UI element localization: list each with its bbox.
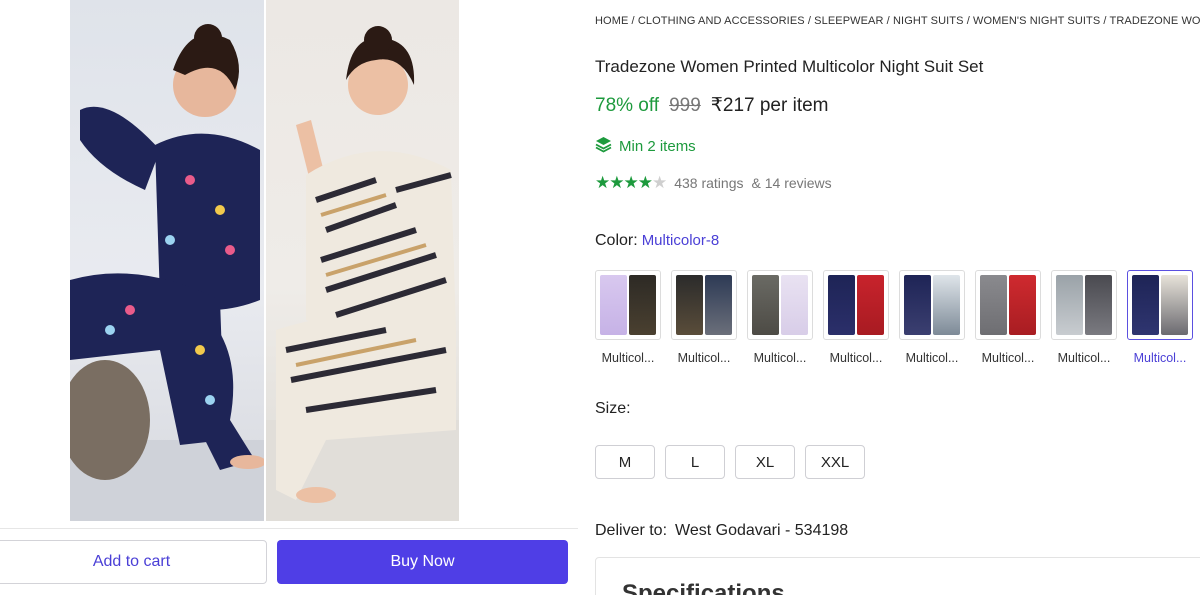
model-illustration-2 [266,26,459,521]
price-row: 78% off 999 ₹217 per item [595,94,829,117]
size-label: Size: [595,400,631,417]
size-button-xxl[interactable]: XXL [805,445,865,479]
size-options: M L XL XXL [595,445,865,479]
product-gallery[interactable] [70,0,459,521]
swatch-thumbnail [975,270,1041,340]
ratings-count: 438 ratings [674,175,744,191]
swatch-thumbnail [1051,270,1117,340]
color-swatch-list: Multicol... Multicol... Multicol... Mult… [595,270,1193,365]
swatch-thumbnail [1127,270,1193,340]
color-swatch[interactable]: Multicol... [823,270,889,365]
size-button-xl[interactable]: XL [735,445,795,479]
buy-now-button[interactable]: Buy Now [277,540,568,584]
color-label: Color: Multicolor-8 [595,232,719,250]
specifications-panel: Specifications [595,557,1200,595]
color-swatch[interactable]: Multicol... [975,270,1041,365]
original-price: 999 [669,95,701,116]
delivery-address: West Godavari - 534198 [675,522,849,539]
sale-price: ₹217 per item [710,95,829,116]
color-swatch[interactable]: Multicol... [747,270,813,365]
swatch-thumbnail [671,270,737,340]
discount-percent: 78% off [595,95,660,116]
action-bar: Add to cart Buy Now [0,528,578,595]
delivery-location[interactable]: Deliver to: West Godavari - 534198 [595,522,848,540]
add-to-cart-button[interactable]: Add to cart [0,540,267,584]
reviews-count: & 14 reviews [751,175,832,191]
model-illustration-1 [70,24,264,521]
swatch-thumbnail [595,270,661,340]
swatch-label: Multicol... [753,351,807,365]
color-swatch[interactable]: Multicol... [899,270,965,365]
size-button-m[interactable]: M [595,445,655,479]
color-swatch[interactable]: Multicol... [671,270,737,365]
min-quantity: Min 2 items [595,136,696,157]
deliver-label: Deliver to: [595,522,668,539]
selected-color: Multicolor-8 [641,232,720,249]
swatch-label: Multicol... [677,351,731,365]
rating-row[interactable]: ★★★★★ 438 ratings & 14 reviews [595,173,832,193]
star-rating-icon: ★★★★★ [595,173,667,192]
color-label-text: Color: [595,232,638,249]
swatch-label: Multicol... [601,351,655,365]
color-swatch[interactable]: Multicol... [1051,270,1117,365]
swatch-thumbnail [823,270,889,340]
swatch-label: Multicol... [829,351,883,365]
product-image-striped-print[interactable] [266,0,459,521]
product-title: Tradezone Women Printed Multicolor Night… [595,57,984,76]
swatch-thumbnail [747,270,813,340]
color-swatch-selected[interactable]: Multicol... [1127,270,1193,365]
specifications-heading: Specifications [622,580,785,595]
layers-icon [595,136,612,157]
color-swatch[interactable]: Multicol... [595,270,661,365]
breadcrumb[interactable]: HOME / CLOTHING AND ACCESSORIES / SLEEPW… [595,15,1200,27]
swatch-label: Multicol... [1133,351,1187,365]
swatch-label: Multicol... [905,351,959,365]
swatch-label: Multicol... [1057,351,1111,365]
min-items-text: Min 2 items [619,138,696,155]
product-image-navy-print[interactable] [70,0,264,521]
swatch-thumbnail [899,270,965,340]
swatch-label: Multicol... [981,351,1035,365]
size-button-l[interactable]: L [665,445,725,479]
